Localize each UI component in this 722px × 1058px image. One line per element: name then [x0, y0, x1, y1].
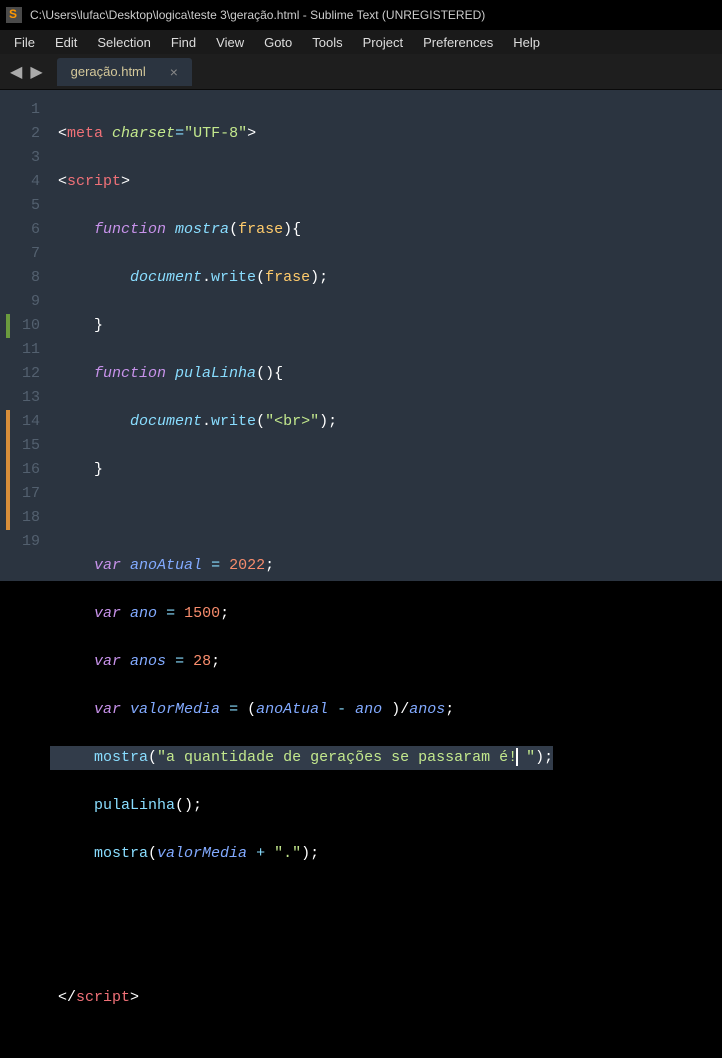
line-number: 17 [6, 482, 40, 506]
menu-project[interactable]: Project [353, 33, 413, 52]
line-number: 6 [6, 218, 40, 242]
code-line: <script> [50, 170, 553, 194]
line-number: 5 [6, 194, 40, 218]
menu-tools[interactable]: Tools [302, 33, 352, 52]
code-line-active: mostra("a quantidade de gerações se pass… [50, 746, 553, 770]
line-number: 3 [6, 146, 40, 170]
line-number: 4 [6, 170, 40, 194]
line-gutter: 12345678910111213141516171819 [0, 90, 50, 581]
menu-preferences[interactable]: Preferences [413, 33, 503, 52]
code-line [50, 938, 553, 962]
line-number: 1 [6, 98, 40, 122]
code-line: } [50, 314, 553, 338]
menu-goto[interactable]: Goto [254, 33, 302, 52]
code-line: document.write(frase); [50, 266, 553, 290]
code-line: function pulaLinha(){ [50, 362, 553, 386]
tab-nav: ◀ ▶ [0, 62, 53, 82]
menu-view[interactable]: View [206, 33, 254, 52]
code-line: function mostra(frase){ [50, 218, 553, 242]
code-line: var anos = 28; [50, 650, 553, 674]
menu-edit[interactable]: Edit [45, 33, 87, 52]
app-icon [6, 7, 22, 23]
line-number: 15 [6, 434, 40, 458]
code-line: </script> [50, 986, 553, 1010]
line-number: 11 [6, 338, 40, 362]
window-title: C:\Users\lufac\Desktop\logica\teste 3\ge… [30, 8, 485, 22]
code-area[interactable]: <meta charset="UTF-8"> <script> function… [50, 90, 553, 581]
menu-file[interactable]: File [4, 33, 45, 52]
code-line: var anoAtual = 2022; [50, 554, 553, 578]
code-line: var ano = 1500; [50, 602, 553, 626]
tab-geracao[interactable]: geração.html × [57, 58, 192, 86]
menu-find[interactable]: Find [161, 33, 206, 52]
code-line: } [50, 458, 553, 482]
line-number: 16 [6, 458, 40, 482]
menu-bar: File Edit Selection Find View Goto Tools… [0, 30, 722, 54]
close-icon[interactable]: × [170, 64, 178, 80]
tab-bar: ◀ ▶ geração.html × [0, 54, 722, 90]
code-line: pulaLinha(); [50, 794, 553, 818]
line-number: 8 [6, 266, 40, 290]
line-number: 7 [6, 242, 40, 266]
editor[interactable]: 12345678910111213141516171819 <meta char… [0, 90, 722, 581]
line-number: 13 [6, 386, 40, 410]
line-number: 9 [6, 290, 40, 314]
title-bar: C:\Users\lufac\Desktop\logica\teste 3\ge… [0, 0, 722, 30]
code-line: var valorMedia = (anoAtual - ano )/anos; [50, 698, 553, 722]
menu-help[interactable]: Help [503, 33, 550, 52]
code-line [50, 506, 553, 530]
code-line: <meta charset="UTF-8"> [50, 122, 553, 146]
code-line [50, 890, 553, 914]
menu-selection[interactable]: Selection [87, 33, 160, 52]
line-number: 10 [6, 314, 40, 338]
line-number: 2 [6, 122, 40, 146]
code-line: document.write("<br>"); [50, 410, 553, 434]
line-number: 19 [6, 530, 40, 554]
line-number: 12 [6, 362, 40, 386]
nav-right-icon[interactable]: ▶ [28, 62, 44, 82]
nav-left-icon[interactable]: ◀ [8, 62, 24, 82]
line-number: 14 [6, 410, 40, 434]
code-line: mostra(valorMedia + "."); [50, 842, 553, 866]
tab-label: geração.html [71, 64, 146, 79]
line-number: 18 [6, 506, 40, 530]
